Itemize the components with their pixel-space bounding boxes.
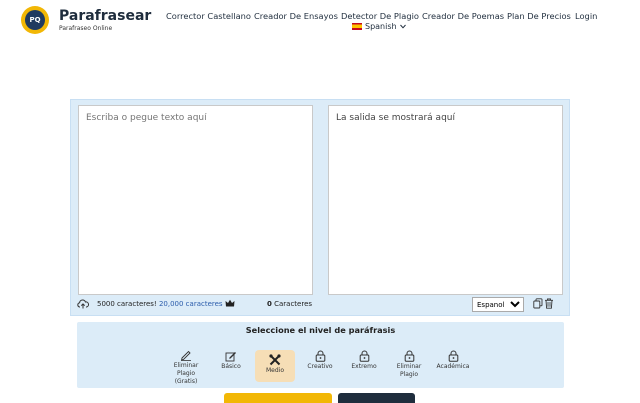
level-extremo[interactable]: Extremo <box>344 350 384 371</box>
nav-creador-de-poemas[interactable]: Creador De Poemas <box>422 11 504 21</box>
cloud-upload-icon[interactable] <box>77 298 89 310</box>
nav-detector-de-plagio[interactable]: Detector De Plagio <box>341 11 419 21</box>
char-count: 0 Caracteres <box>267 300 312 308</box>
level-medio[interactable]: Medio <box>255 350 295 382</box>
char-count-value: 0 <box>267 300 272 308</box>
tools-icon <box>269 354 281 366</box>
pen-icon <box>181 350 191 361</box>
char-count-label: Caracteres <box>274 300 313 308</box>
paraphrase-editor: La salida se mostrará aquí 5000 caracter… <box>70 99 570 316</box>
lock-icon <box>315 350 325 362</box>
lock-icon <box>404 350 414 362</box>
level-label: Eliminar Plagio (Gratis) <box>173 362 199 385</box>
nav-plan-de-precios[interactable]: Plan De Precios <box>507 11 571 21</box>
trash-icon[interactable] <box>544 298 554 309</box>
char-limit-text: 5000 caracteres! 20,000 caracteres <box>97 300 223 308</box>
level-label: Extremo <box>351 363 377 370</box>
level-eliminar-plagio-gratis[interactable]: Eliminar Plagio (Gratis) <box>166 350 206 385</box>
level-label: Creativo <box>307 363 333 370</box>
lock-icon <box>448 350 458 362</box>
chevron-down-icon <box>399 24 406 29</box>
char-limit-premium-link[interactable]: 20,000 caracteres <box>159 300 223 308</box>
nav-corrector-castellano[interactable]: Corrector Castellano <box>166 11 251 21</box>
level-title: Seleccione el nivel de paráfrasis <box>245 325 396 335</box>
output-textbox: La salida se mostrará aquí <box>328 105 563 295</box>
level-label: Eliminar Plagio <box>396 363 422 378</box>
paraphrase-button[interactable] <box>224 393 332 403</box>
secondary-action-button[interactable] <box>338 393 415 403</box>
header: PQ Parafrasear Parafraseo Online Correct… <box>0 0 640 40</box>
language-picker[interactable]: Spanish <box>352 22 406 31</box>
logo[interactable]: PQ <box>21 6 49 34</box>
level-label: Básico <box>221 363 241 370</box>
char-limit-free: 5000 caracteres! <box>97 300 157 308</box>
input-textarea[interactable] <box>86 113 305 287</box>
paraphrase-level-panel: Seleccione el nivel de paráfrasis Elimin… <box>77 322 564 388</box>
editor-bottom-bar: 5000 caracteres! 20,000 caracteres 0 Car… <box>71 296 571 316</box>
nav-creador-de-ensayos[interactable]: Creador De Ensayos <box>254 11 338 21</box>
lock-icon <box>359 350 369 362</box>
brand-name[interactable]: Parafrasear <box>59 8 151 24</box>
pen-edit-icon <box>225 352 236 362</box>
logo-mark: PQ <box>25 10 45 30</box>
level-eliminar-plagio[interactable]: Eliminar Plagio <box>389 350 429 379</box>
output-placeholder: La salida se mostrará aquí <box>336 113 455 123</box>
input-textbox[interactable] <box>78 105 313 295</box>
level-basico[interactable]: Básico <box>211 350 251 371</box>
crown-icon <box>225 299 235 307</box>
brand-tagline: Parafraseo Online <box>59 25 113 32</box>
level-label: Académica <box>436 363 470 370</box>
nav-login[interactable]: Login <box>575 11 597 21</box>
output-language-select[interactable]: Espanol <box>472 297 524 312</box>
copy-icon[interactable] <box>533 298 543 309</box>
level-creativo[interactable]: Creativo <box>300 350 340 371</box>
level-academica[interactable]: Académica <box>433 350 473 371</box>
level-label: Medio <box>265 367 284 374</box>
language-label: Spanish <box>365 22 397 31</box>
spain-flag-icon <box>352 23 362 30</box>
